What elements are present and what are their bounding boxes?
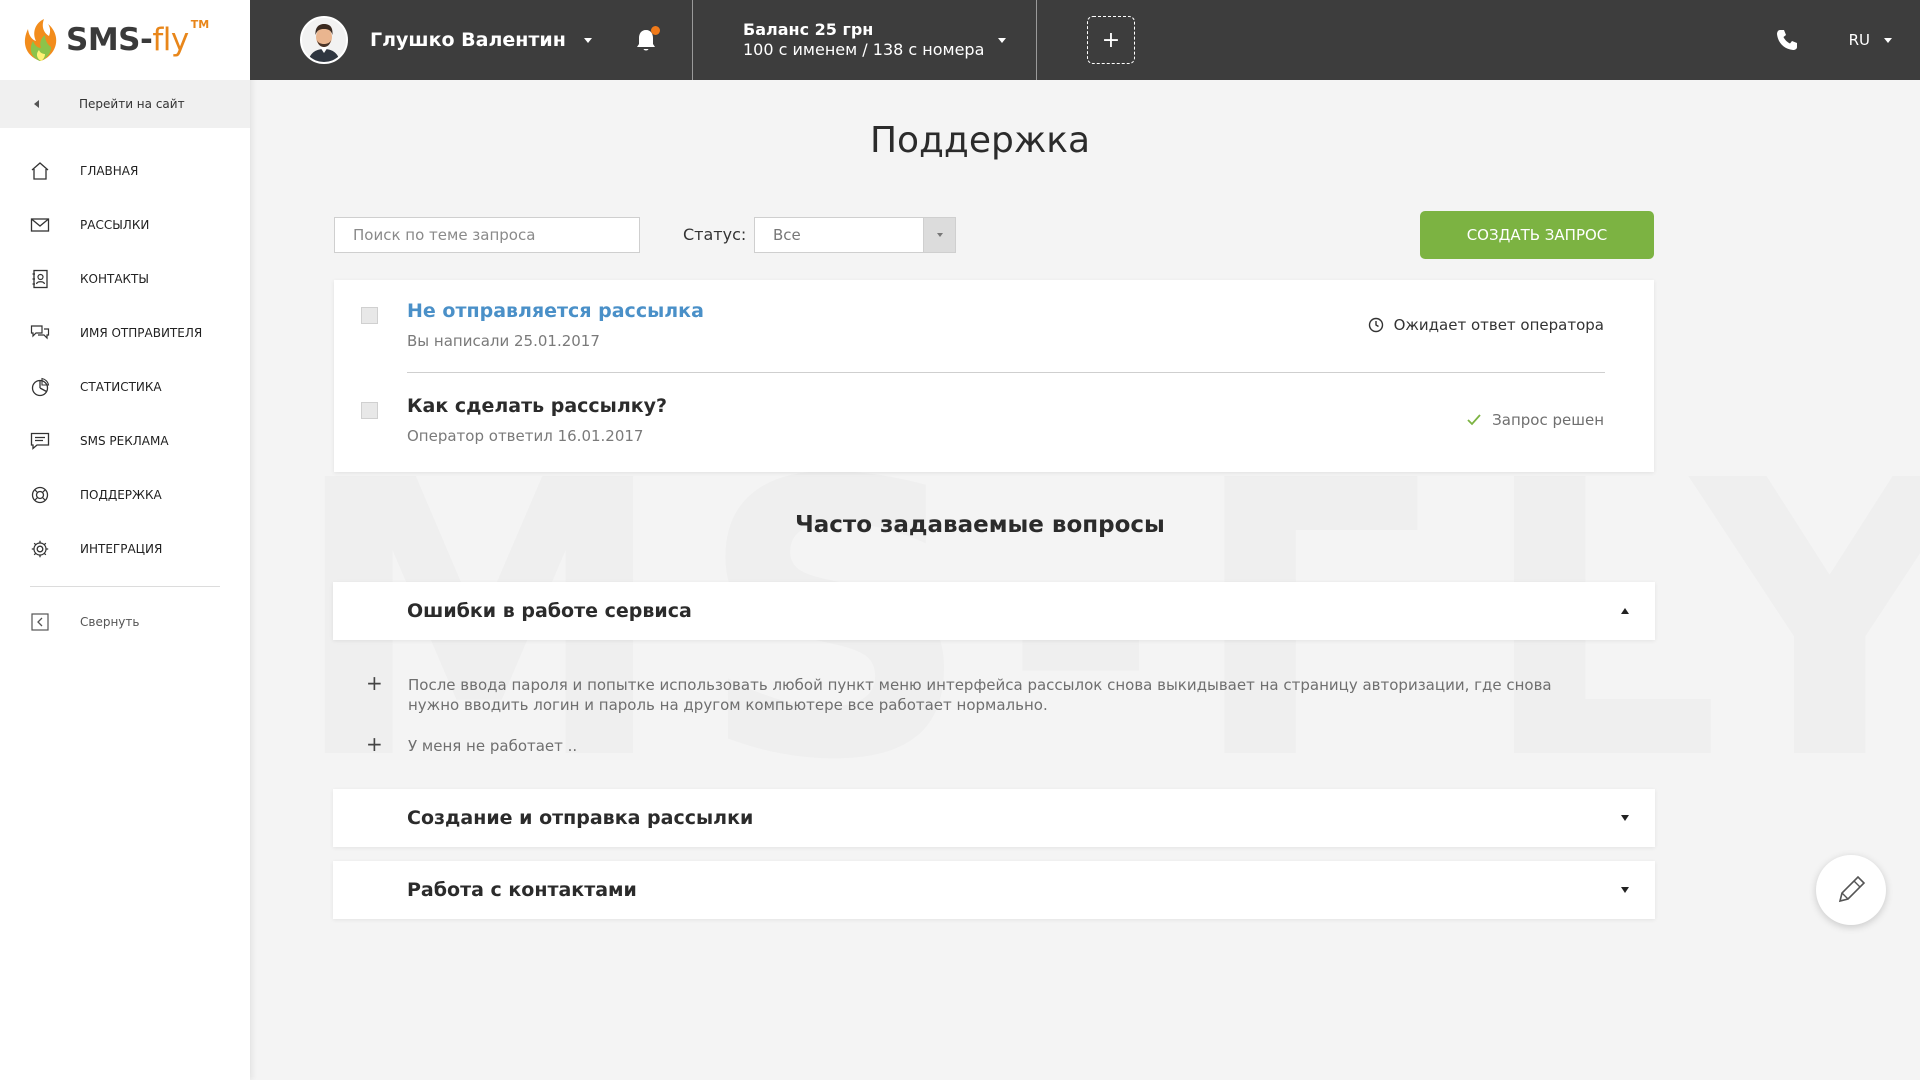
envelope-icon bbox=[30, 218, 50, 232]
sidebar: SMS-fly TM Перейти на сайт Главная Рассы… bbox=[0, 0, 250, 1080]
trademark: TM bbox=[190, 17, 210, 31]
requests-list: Не отправляется рассылка Вы написали 25.… bbox=[334, 280, 1654, 472]
phone-icon[interactable] bbox=[1775, 28, 1799, 52]
goto-site-link[interactable]: Перейти на сайт bbox=[0, 80, 250, 128]
message-icon bbox=[30, 432, 50, 450]
faq-section-service-errors[interactable]: Ошибки в работе сервиса bbox=[333, 582, 1655, 640]
collapse-icon bbox=[31, 613, 49, 631]
chevron-down-icon bbox=[1621, 815, 1629, 821]
check-icon bbox=[1467, 414, 1481, 426]
sidebar-item-sender-name[interactable]: Имя отправителя bbox=[0, 306, 250, 360]
chevron-down-icon bbox=[1884, 37, 1892, 43]
pencil-icon bbox=[1838, 875, 1866, 903]
faq-question: Работа с контактами bbox=[407, 879, 637, 901]
sidebar-item-label: Поддержка bbox=[80, 488, 162, 502]
sidebar-item-label: Имя отправителя bbox=[80, 326, 203, 340]
sidebar-item-sms-ads[interactable]: SMS реклама bbox=[0, 414, 250, 468]
plus-icon: + bbox=[366, 732, 383, 756]
user-avatar-icon bbox=[302, 18, 346, 62]
faq-subitem-text: У меня не работает .. bbox=[408, 737, 578, 755]
faq-subitem[interactable]: + После ввода пароля и попытке использов… bbox=[366, 671, 1566, 715]
chevron-down-icon bbox=[583, 37, 592, 43]
request-item[interactable]: Как сделать рассылку? Оператор ответил 1… bbox=[334, 375, 1654, 470]
request-subtitle: Оператор ответил 16.01.2017 bbox=[407, 427, 644, 445]
request-status-text: Ожидает ответ оператора bbox=[1393, 316, 1604, 334]
goto-site-label: Перейти на сайт bbox=[79, 97, 185, 111]
faq-subitem[interactable]: + У меня не работает .. bbox=[366, 732, 1566, 756]
sidebar-item-integration[interactable]: Интеграция bbox=[0, 522, 250, 576]
sidebar-item-label: SMS реклама bbox=[80, 434, 169, 448]
status-filter-value: Все bbox=[773, 226, 801, 244]
support-icon bbox=[31, 486, 49, 504]
request-checkbox[interactable] bbox=[361, 402, 378, 419]
flame-logo-icon bbox=[24, 19, 57, 61]
user-name: Глушко Валентин bbox=[370, 29, 566, 51]
language-label: RU bbox=[1848, 31, 1870, 49]
sidebar-item-label: Контакты bbox=[80, 272, 149, 286]
notifications-button[interactable] bbox=[634, 26, 660, 53]
status-filter-select[interactable]: Все bbox=[754, 217, 956, 253]
brand-name: SMS-fly bbox=[66, 22, 189, 58]
sidebar-item-label: Интеграция bbox=[80, 542, 163, 556]
edit-fab-button[interactable] bbox=[1816, 855, 1886, 925]
faq-subitem-text: После ввода пароля и попытке использоват… bbox=[408, 676, 1552, 714]
request-status: Ожидает ответ оператора bbox=[1368, 316, 1604, 334]
request-status: Запрос решен bbox=[1466, 411, 1604, 429]
request-title[interactable]: Не отправляется рассылка bbox=[407, 300, 704, 322]
balance-menu[interactable]: Баланс 25 грн 100 с именем / 138 с номер… bbox=[693, 0, 1036, 80]
chevron-down-icon bbox=[998, 37, 1007, 43]
chevron-down-icon bbox=[936, 233, 943, 237]
chat-icon bbox=[30, 325, 50, 340]
faq-section-creating-mailing[interactable]: Создание и отправка рассылки bbox=[333, 789, 1655, 847]
sidebar-item-label: Статистика bbox=[80, 380, 162, 394]
collapse-label: Свернуть bbox=[80, 615, 140, 629]
sidebar-item-home[interactable]: Главная bbox=[0, 144, 250, 198]
search-input[interactable] bbox=[334, 217, 640, 253]
request-checkbox[interactable] bbox=[361, 307, 378, 324]
topbar: Глушко Валентин Баланс 25 грн 100 с имен… bbox=[250, 0, 1920, 80]
faq-title: Часто задаваемые вопросы bbox=[795, 512, 1165, 538]
sidebar-item-label: Главная bbox=[80, 164, 139, 178]
language-selector[interactable]: RU bbox=[1849, 31, 1892, 49]
plus-icon: + bbox=[366, 671, 383, 695]
pie-chart-icon bbox=[31, 377, 50, 397]
sidebar-item-support[interactable]: Поддержка bbox=[0, 468, 250, 522]
sidebar-item-statistics[interactable]: Статистика bbox=[0, 360, 250, 414]
faq-section-contacts[interactable]: Работа с контактами bbox=[333, 861, 1655, 919]
contacts-icon bbox=[32, 269, 48, 289]
request-title[interactable]: Как сделать рассылку? bbox=[407, 395, 667, 417]
chevron-up-icon bbox=[1621, 608, 1629, 614]
request-status-text: Запрос решен bbox=[1492, 411, 1604, 429]
home-icon bbox=[31, 162, 49, 180]
clock-icon bbox=[1368, 317, 1383, 333]
back-arrow-icon bbox=[34, 100, 39, 108]
faq-question: Создание и отправка рассылки bbox=[407, 807, 754, 829]
balance-amount: Баланс 25 грн bbox=[743, 20, 874, 39]
add-button[interactable]: + bbox=[1087, 16, 1135, 64]
sidebar-item-mailings[interactable]: Рассылки bbox=[0, 198, 250, 252]
logo[interactable]: SMS-fly TM bbox=[0, 0, 250, 80]
balance-sms-count: 100 с именем / 138 с номера bbox=[743, 40, 985, 59]
collapse-sidebar-button[interactable]: Свернуть bbox=[0, 595, 250, 649]
request-subtitle: Вы написали 25.01.2017 bbox=[407, 332, 600, 350]
chevron-down-icon bbox=[1621, 887, 1629, 893]
nav-divider bbox=[30, 586, 220, 587]
request-divider bbox=[407, 372, 1605, 373]
main-content: MS-FLY Поддержка Статус: Все Создать зап… bbox=[250, 80, 1920, 1080]
page-title: Поддержка bbox=[869, 120, 1091, 161]
request-item[interactable]: Не отправляется рассылка Вы написали 25.… bbox=[334, 280, 1654, 375]
faq-question: Ошибки в работе сервиса bbox=[407, 600, 692, 622]
sidebar-item-label: Рассылки bbox=[80, 218, 150, 232]
gear-icon bbox=[31, 540, 49, 558]
avatar bbox=[300, 16, 348, 64]
topbar-separator bbox=[1036, 0, 1037, 80]
user-menu[interactable]: Глушко Валентин bbox=[250, 0, 692, 80]
status-filter-label: Статус: bbox=[683, 225, 747, 244]
sidebar-item-contacts[interactable]: Контакты bbox=[0, 252, 250, 306]
notification-badge bbox=[650, 26, 660, 35]
main-nav: Главная Рассылки Контакты Имя отправител… bbox=[0, 128, 250, 649]
select-dropdown-button[interactable] bbox=[923, 218, 955, 252]
create-request-button[interactable]: Создать запрос bbox=[1420, 211, 1654, 259]
